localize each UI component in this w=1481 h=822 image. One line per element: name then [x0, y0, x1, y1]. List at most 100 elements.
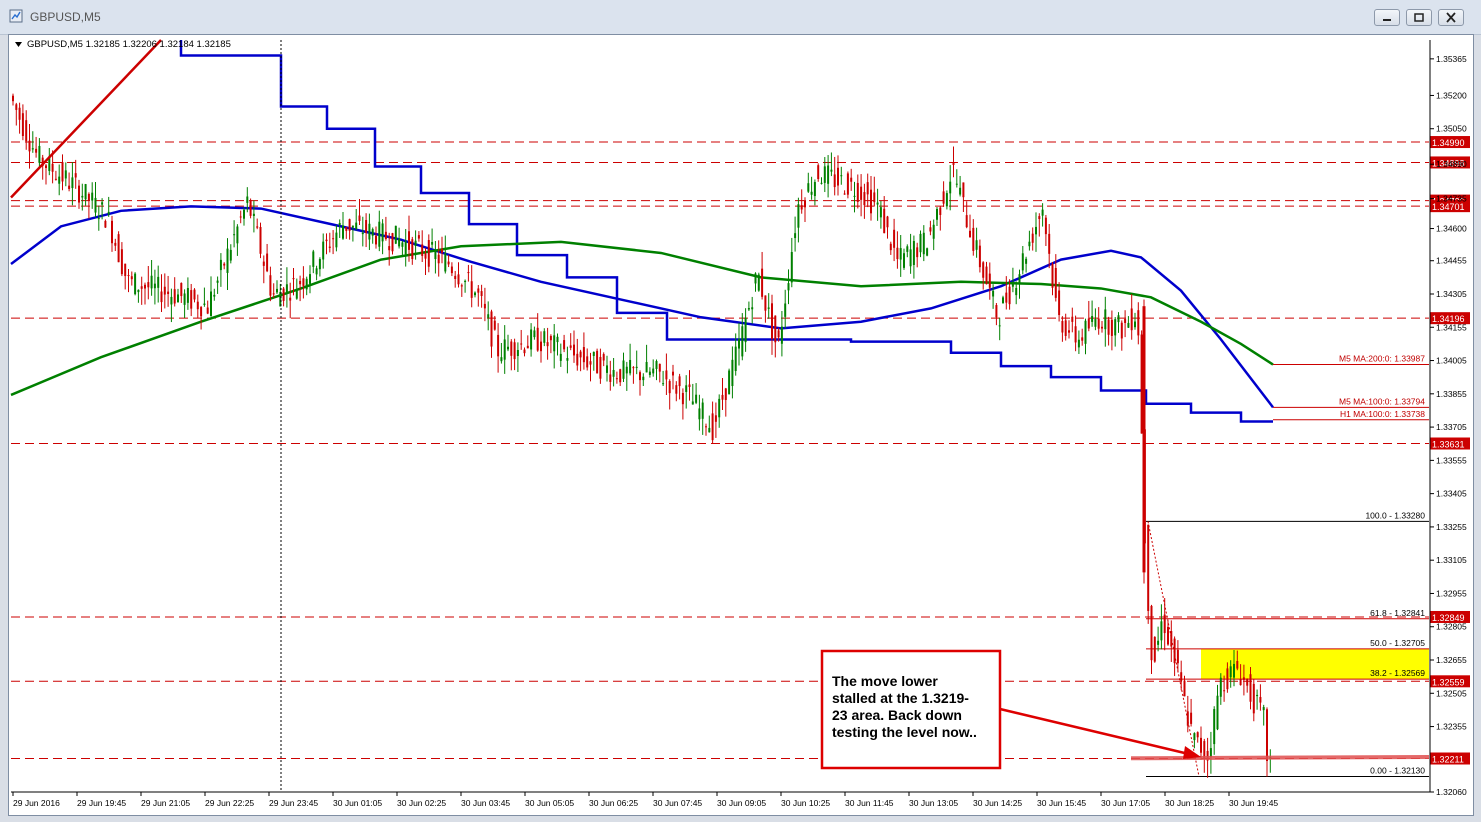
candle-body — [64, 170, 67, 179]
candle-body — [467, 272, 470, 274]
candle-body — [322, 241, 325, 260]
annotation-text: stalled at the 1.3219- — [832, 690, 969, 706]
candle-body — [153, 283, 156, 289]
candle-body — [269, 275, 272, 296]
candle-body — [167, 291, 170, 295]
candle-body — [635, 366, 638, 368]
annotation-text: 23 area. Back down — [832, 707, 962, 723]
candle-body — [658, 363, 661, 372]
level-price-label: 1.34990 — [1432, 138, 1465, 148]
candle-body — [906, 246, 909, 252]
candle-body — [21, 113, 24, 137]
candle-body — [936, 208, 938, 220]
candle-body — [998, 325, 1001, 327]
candle-body — [655, 361, 658, 369]
candle-body — [510, 341, 513, 356]
candle-body — [285, 284, 288, 293]
candle-body — [1054, 268, 1057, 298]
time-tick-label: 30 Jun 14:25 — [973, 798, 1022, 808]
candle-body — [553, 335, 556, 352]
candle-body — [582, 347, 585, 363]
price-tick-label: 1.32805 — [1436, 622, 1467, 632]
candle-body — [345, 226, 348, 231]
minimize-button[interactable] — [1374, 9, 1400, 26]
candle-body — [394, 225, 397, 244]
candle-body — [84, 184, 87, 200]
price-tick-label: 1.32505 — [1436, 688, 1467, 698]
candle-body — [959, 187, 962, 195]
candle-body — [180, 282, 183, 297]
candle-body — [909, 249, 912, 267]
candle-body — [744, 317, 747, 343]
candle-body — [804, 200, 806, 208]
chart-area[interactable]: 100.0 - 1.33280 61.8 - 1.32841 50.0 - 1.32… — [8, 34, 1474, 816]
candle-body — [358, 215, 361, 221]
annotation-text: testing the level now.. — [832, 724, 977, 740]
candle-body — [523, 349, 526, 354]
candle-body — [982, 262, 985, 278]
title-bar: GBPUSD,M5 — [0, 0, 1481, 35]
candle-body — [54, 178, 57, 180]
time-tick-label: 30 Jun 03:45 — [461, 798, 510, 808]
price-tick-label: 1.33705 — [1436, 422, 1467, 432]
candle-body — [1140, 334, 1143, 434]
candle-body — [899, 248, 902, 260]
candle-body — [193, 289, 196, 300]
candle-body — [837, 167, 839, 186]
ma-label: M5 MA:200:0: 1.33987 — [1339, 354, 1425, 364]
candle-body — [206, 307, 209, 314]
candle-body — [401, 242, 404, 247]
candle-body — [1038, 216, 1041, 220]
candle-body — [1051, 264, 1054, 288]
candle-body — [949, 181, 952, 194]
candle-body — [74, 173, 77, 178]
candle-body — [1005, 292, 1008, 303]
restore-icon — [1414, 13, 1424, 22]
candle-body — [470, 281, 473, 298]
price-chart[interactable]: 100.0 - 1.33280 61.8 - 1.32841 50.0 - 1.32… — [9, 35, 1473, 815]
candle-body — [246, 196, 249, 203]
symbol-dropdown-icon[interactable] — [15, 42, 22, 47]
candle-body — [480, 291, 483, 297]
candle-body — [648, 371, 651, 375]
price-tick-label: 1.34305 — [1436, 289, 1467, 299]
candle-body — [1058, 290, 1061, 316]
symbol-info: GBPUSD,M5 1.32185 1.32206 1.32184 1.3218… — [27, 39, 231, 50]
candle-body — [1266, 709, 1268, 762]
candle-body — [236, 226, 239, 244]
candle-body — [757, 274, 760, 291]
candle-body — [569, 345, 572, 348]
candle-body — [629, 359, 632, 374]
time-tick-label: 30 Jun 05:05 — [525, 798, 574, 808]
candle-body — [691, 401, 694, 405]
candle-body — [483, 303, 486, 309]
candle-body — [421, 244, 424, 256]
candle-body — [81, 195, 84, 198]
candle-body — [97, 218, 100, 220]
candle-body — [226, 248, 229, 273]
candle-body — [1002, 297, 1004, 304]
fibonacci-label: 0.00 - 1.32130 — [1370, 765, 1425, 775]
candle-body — [1064, 320, 1067, 336]
candle-body — [1008, 286, 1011, 305]
close-button[interactable] — [1438, 9, 1464, 26]
candle-body — [622, 360, 625, 379]
candle-body — [883, 208, 886, 234]
candle-body — [827, 165, 830, 184]
candle-body — [1097, 318, 1100, 329]
candle-body — [563, 340, 566, 350]
candle-body — [342, 225, 344, 239]
candle-body — [94, 197, 97, 213]
maximize-button[interactable] — [1406, 9, 1432, 26]
candle-body — [243, 209, 245, 219]
candle-body — [68, 185, 71, 189]
candle-body — [398, 238, 401, 247]
candle-body — [134, 273, 137, 295]
candle-body — [381, 223, 384, 242]
price-tick-label: 1.34155 — [1436, 322, 1467, 332]
candle-body — [1130, 308, 1133, 331]
candle-body — [25, 120, 28, 142]
candle-body — [685, 385, 688, 392]
candle-body — [223, 263, 226, 266]
candle-body — [751, 307, 754, 310]
